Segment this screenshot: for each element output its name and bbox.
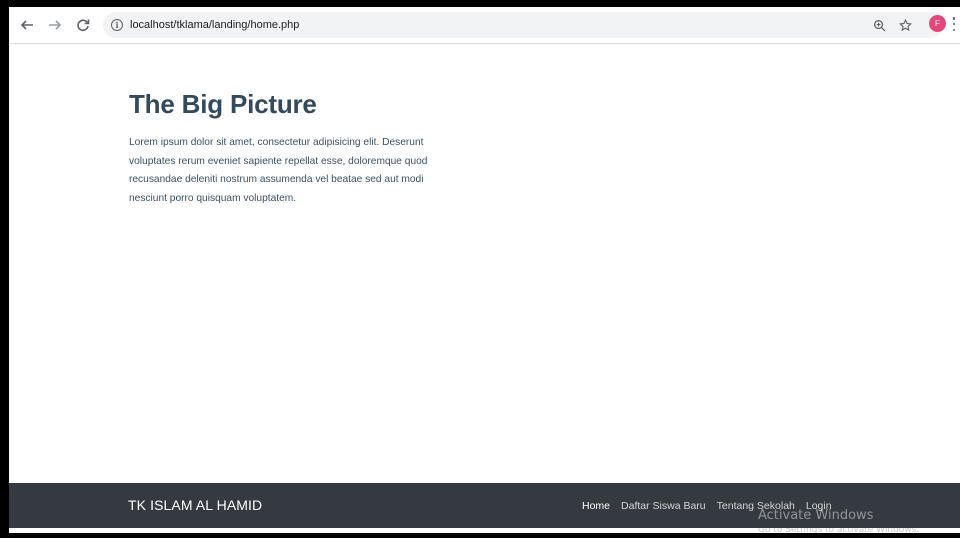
screen-frame-top bbox=[0, 0, 960, 7]
url-text[interactable]: localhost/tklama/landing/home.php bbox=[130, 19, 299, 31]
nav-link-home[interactable]: Home bbox=[582, 500, 610, 512]
zoom-icon[interactable] bbox=[871, 17, 887, 33]
back-arrow-icon[interactable] bbox=[17, 15, 37, 35]
browser-toolbar: i localhost/tklama/landing/home.php F bbox=[9, 7, 960, 44]
nav-link-daftar-siswa-baru[interactable]: Daftar Siswa Baru bbox=[621, 500, 706, 512]
star-icon[interactable] bbox=[897, 17, 913, 33]
windows-activation-watermark: Activate Windows bbox=[758, 508, 874, 523]
reload-icon[interactable] bbox=[73, 15, 93, 35]
page-title: The Big Picture bbox=[129, 89, 317, 119]
info-icon[interactable]: i bbox=[111, 19, 123, 31]
forward-arrow-icon[interactable] bbox=[45, 15, 65, 35]
more-menu-icon[interactable] bbox=[951, 17, 957, 31]
profile-avatar[interactable]: F bbox=[929, 15, 946, 32]
hero-paragraph: Lorem ipsum dolor sit amet, consectetur … bbox=[129, 137, 428, 204]
address-bar[interactable]: i localhost/tklama/landing/home.php bbox=[103, 12, 943, 38]
brand-name[interactable]: TK ISLAM AL HAMID bbox=[128, 497, 262, 513]
screen-frame-bottom bbox=[0, 533, 960, 538]
screen-frame-left bbox=[0, 0, 9, 538]
